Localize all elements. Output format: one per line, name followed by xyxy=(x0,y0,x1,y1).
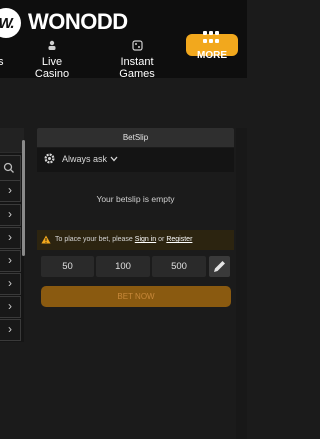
top-header: W. WONODD s Live Casino Instant Games MO… xyxy=(0,0,247,80)
chevron-right-icon: › xyxy=(8,299,12,313)
right-edge-panel xyxy=(236,128,247,439)
chevron-right-icon: › xyxy=(8,183,12,197)
pencil-icon xyxy=(214,261,225,272)
sports-list-item[interactable]: › xyxy=(0,180,21,202)
odds-change-option[interactable]: Always ask xyxy=(37,148,234,172)
sports-list-item[interactable]: › xyxy=(0,319,21,341)
sports-search-button[interactable] xyxy=(0,155,21,181)
quick-stake-button[interactable]: 500 xyxy=(152,256,206,277)
brand-logo-mark[interactable]: W. xyxy=(0,8,21,38)
search-icon xyxy=(3,162,14,173)
odds-option-label: Always ask xyxy=(62,154,108,164)
sports-list-item[interactable]: › xyxy=(0,273,21,295)
nav-item-cut[interactable]: s xyxy=(0,56,4,68)
sports-list-item[interactable]: › xyxy=(0,296,21,318)
sports-list-item[interactable]: › xyxy=(0,227,21,249)
dice-icon xyxy=(103,40,171,53)
quick-stake-button[interactable]: 50 xyxy=(41,256,94,277)
betslip-title: BetSlip xyxy=(37,128,234,147)
more-label: MORE xyxy=(197,50,227,61)
login-warning-text: To place your bet, please Sign in or Reg… xyxy=(55,230,192,250)
chevron-right-icon: › xyxy=(8,253,12,267)
chevron-right-icon: › xyxy=(8,276,12,290)
sports-list-scrollbar[interactable] xyxy=(22,140,25,256)
bet-now-button[interactable]: BET NOW xyxy=(41,286,231,307)
nav-label-instant-games: Instant Games xyxy=(119,56,155,80)
chevron-right-icon: › xyxy=(8,207,12,221)
dealer-icon xyxy=(26,40,78,53)
edit-stakes-button[interactable] xyxy=(209,256,230,277)
nav-label-live-casino: Live Casino xyxy=(34,56,70,80)
more-menu-button[interactable]: MORE xyxy=(186,31,238,61)
quick-stake-button[interactable]: 100 xyxy=(96,256,150,277)
betslip-empty-message: Your betslip is empty xyxy=(96,194,175,204)
chevron-right-icon: › xyxy=(8,322,12,336)
sports-list-header xyxy=(0,128,24,153)
sports-list-item[interactable]: › xyxy=(0,250,21,272)
warning-prefix: To place your bet, please xyxy=(55,236,133,243)
brand-logo-text[interactable]: WONODD xyxy=(28,9,128,35)
warning-or: or xyxy=(158,236,165,243)
gear-icon xyxy=(44,153,55,164)
signin-link[interactable]: Sign in xyxy=(135,236,156,243)
sports-list-item[interactable]: › xyxy=(0,204,21,226)
nav-item-live-casino[interactable]: Live Casino xyxy=(26,40,78,80)
login-warning-bar: To place your bet, please Sign in or Reg… xyxy=(37,230,234,250)
warning-icon xyxy=(41,235,51,244)
grid-icon xyxy=(203,31,221,45)
chevron-right-icon: › xyxy=(8,230,12,244)
register-link[interactable]: Register xyxy=(166,236,192,243)
chevron-down-icon xyxy=(110,156,118,162)
nav-item-instant-games[interactable]: Instant Games xyxy=(103,40,171,80)
